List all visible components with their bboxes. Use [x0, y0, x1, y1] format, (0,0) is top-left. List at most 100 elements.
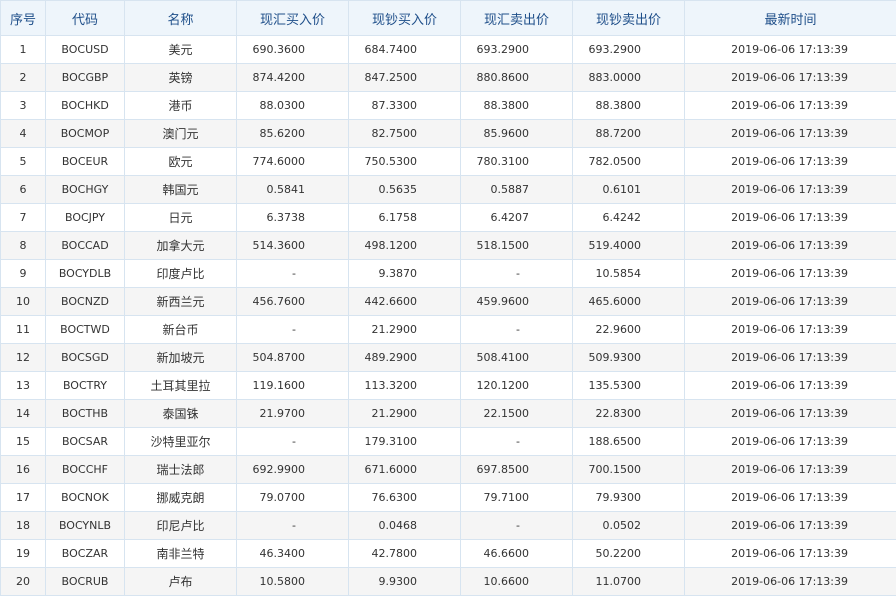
column-header-cash-buy[interactable]: 现钞买入价 — [349, 1, 461, 36]
spot-buy-price: - — [237, 512, 349, 540]
currency-code: BOCEUR — [46, 148, 125, 176]
table-row: 13BOCTRY土耳其里拉119.1600113.3200120.1200135… — [1, 372, 896, 400]
row-index: 6 — [1, 176, 46, 204]
currency-code: BOCCHF — [46, 456, 125, 484]
column-header-spot-buy[interactable]: 现汇买入价 — [237, 1, 349, 36]
update-time: 2019-06-06 17:13:39 — [685, 92, 896, 120]
row-index: 10 — [1, 288, 46, 316]
table-row: 10BOCNZD新西兰元456.7600442.6600459.9600465.… — [1, 288, 896, 316]
row-index: 19 — [1, 540, 46, 568]
spot-buy-price: 10.5800 — [237, 568, 349, 596]
update-time: 2019-06-06 17:13:39 — [685, 568, 896, 596]
row-index: 5 — [1, 148, 46, 176]
spot-buy-price: 504.8700 — [237, 344, 349, 372]
spot-sell-price: - — [461, 316, 573, 344]
column-header-cash-sell[interactable]: 现钞卖出价 — [573, 1, 685, 36]
cash-buy-price: 21.2900 — [349, 316, 461, 344]
currency-code: BOCYDLB — [46, 260, 125, 288]
update-time: 2019-06-06 17:13:39 — [685, 176, 896, 204]
currency-code: BOCNOK — [46, 484, 125, 512]
spot-sell-price: - — [461, 260, 573, 288]
table-row: 1BOCUSD美元690.3600684.7400693.2900693.290… — [1, 36, 896, 64]
spot-sell-price: 6.4207 — [461, 204, 573, 232]
currency-name: 卢布 — [125, 568, 237, 596]
cash-sell-price: 88.7200 — [573, 120, 685, 148]
row-index: 2 — [1, 64, 46, 92]
table-row: 6BOCHGY韩国元0.58410.56350.58870.61012019-0… — [1, 176, 896, 204]
table-row: 16BOCCHF瑞士法郎692.9900671.6000697.8500700.… — [1, 456, 896, 484]
update-time: 2019-06-06 17:13:39 — [685, 64, 896, 92]
cash-buy-price: 113.3200 — [349, 372, 461, 400]
cash-sell-price: 465.6000 — [573, 288, 685, 316]
update-time: 2019-06-06 17:13:39 — [685, 260, 896, 288]
spot-sell-price: 88.3800 — [461, 92, 573, 120]
cash-sell-price: 782.0500 — [573, 148, 685, 176]
cash-buy-price: 750.5300 — [349, 148, 461, 176]
table-row: 17BOCNOK挪威克朗79.070076.630079.710079.9300… — [1, 484, 896, 512]
update-time: 2019-06-06 17:13:39 — [685, 232, 896, 260]
cash-buy-price: 489.2900 — [349, 344, 461, 372]
cash-sell-price: 519.4000 — [573, 232, 685, 260]
table-header-row: 序号 代码 名称 现汇买入价 现钞买入价 现汇卖出价 现钞卖出价 最新时间 — [1, 1, 896, 36]
currency-name: 新台币 — [125, 316, 237, 344]
column-header-code[interactable]: 代码 — [46, 1, 125, 36]
cash-buy-price: 6.1758 — [349, 204, 461, 232]
update-time: 2019-06-06 17:13:39 — [685, 288, 896, 316]
column-header-index[interactable]: 序号 — [1, 1, 46, 36]
spot-sell-price: 10.6600 — [461, 568, 573, 596]
spot-sell-price: 780.3100 — [461, 148, 573, 176]
currency-code: BOCSGD — [46, 344, 125, 372]
spot-sell-price: 518.1500 — [461, 232, 573, 260]
cash-buy-price: 76.6300 — [349, 484, 461, 512]
cash-buy-price: 9.3870 — [349, 260, 461, 288]
spot-buy-price: 79.0700 — [237, 484, 349, 512]
currency-code: BOCRUB — [46, 568, 125, 596]
spot-buy-price: 119.1600 — [237, 372, 349, 400]
cash-buy-price: 82.7500 — [349, 120, 461, 148]
currency-name: 港币 — [125, 92, 237, 120]
currency-name: 美元 — [125, 36, 237, 64]
currency-name: 新加坡元 — [125, 344, 237, 372]
cash-buy-price: 442.6600 — [349, 288, 461, 316]
row-index: 14 — [1, 400, 46, 428]
cash-sell-price: 22.8300 — [573, 400, 685, 428]
cash-sell-price: 0.0502 — [573, 512, 685, 540]
row-index: 11 — [1, 316, 46, 344]
currency-code: BOCSAR — [46, 428, 125, 456]
spot-buy-price: - — [237, 316, 349, 344]
spot-sell-price: 46.6600 — [461, 540, 573, 568]
currency-name: 加拿大元 — [125, 232, 237, 260]
column-header-spot-sell[interactable]: 现汇卖出价 — [461, 1, 573, 36]
cash-sell-price: 135.5300 — [573, 372, 685, 400]
table-row: 7BOCJPY日元6.37386.17586.42076.42422019-06… — [1, 204, 896, 232]
table-row: 20BOCRUB卢布10.58009.930010.660011.0700201… — [1, 568, 896, 596]
table-row: 2BOCGBP英镑874.4200847.2500880.8600883.000… — [1, 64, 896, 92]
currency-code: BOCMOP — [46, 120, 125, 148]
spot-sell-price: - — [461, 428, 573, 456]
cash-sell-price: 0.6101 — [573, 176, 685, 204]
column-header-name[interactable]: 名称 — [125, 1, 237, 36]
currency-name: 泰国铢 — [125, 400, 237, 428]
table-row: 4BOCMOP澳门元85.620082.750085.960088.720020… — [1, 120, 896, 148]
currency-name: 新西兰元 — [125, 288, 237, 316]
currency-name: 瑞士法郎 — [125, 456, 237, 484]
row-index: 9 — [1, 260, 46, 288]
table-row: 3BOCHKD港币88.030087.330088.380088.3800201… — [1, 92, 896, 120]
spot-buy-price: 46.3400 — [237, 540, 349, 568]
exchange-rate-table: 序号 代码 名称 现汇买入价 现钞买入价 现汇卖出价 现钞卖出价 最新时间 1B… — [0, 0, 896, 596]
cash-buy-price: 87.3300 — [349, 92, 461, 120]
spot-sell-price: 79.7100 — [461, 484, 573, 512]
row-index: 12 — [1, 344, 46, 372]
currency-code: BOCCAD — [46, 232, 125, 260]
row-index: 3 — [1, 92, 46, 120]
spot-buy-price: 85.6200 — [237, 120, 349, 148]
update-time: 2019-06-06 17:13:39 — [685, 344, 896, 372]
update-time: 2019-06-06 17:13:39 — [685, 484, 896, 512]
column-header-update-time[interactable]: 最新时间 — [685, 1, 896, 36]
currency-code: BOCHGY — [46, 176, 125, 204]
row-index: 13 — [1, 372, 46, 400]
cash-sell-price: 693.2900 — [573, 36, 685, 64]
cash-buy-price: 498.1200 — [349, 232, 461, 260]
cash-buy-price: 179.3100 — [349, 428, 461, 456]
currency-code: BOCNZD — [46, 288, 125, 316]
